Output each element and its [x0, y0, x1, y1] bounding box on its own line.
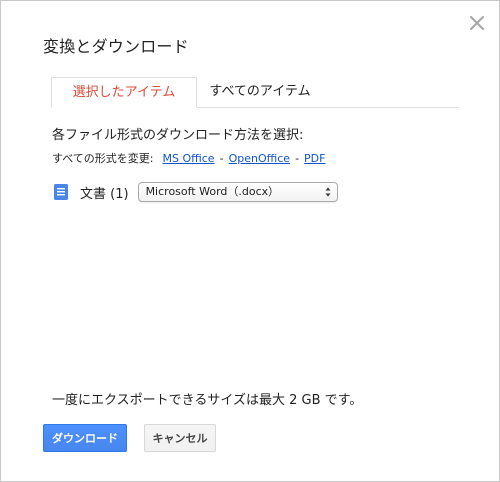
convert-download-dialog: 変換とダウンロード 選択したアイテム すべてのアイテム 各ファイル形式のダウンロ…: [0, 0, 500, 482]
pdf-link[interactable]: PDF: [304, 152, 325, 165]
document-format-row: 文書 (1) Microsoft Word（.docx）: [53, 181, 338, 203]
section-heading: 各ファイル形式のダウンロード方法を選択:: [52, 128, 304, 143]
ms-office-link[interactable]: MS Office: [163, 152, 215, 165]
format-select-value: Microsoft Word（.docx）: [145, 185, 280, 198]
tab-selected-items[interactable]: 選択したアイテム: [51, 77, 197, 108]
document-type-label: 文書 (1): [80, 186, 129, 202]
change-all-formats-row: すべての形式を変更: MS Office - OpenOffice - PDF: [52, 150, 325, 166]
tab-all-items[interactable]: すべてのアイテム: [197, 77, 323, 106]
openoffice-link[interactable]: OpenOffice: [229, 152, 291, 165]
change-all-label: すべての形式を変更:: [52, 152, 154, 165]
format-select[interactable]: Microsoft Word（.docx）: [137, 182, 338, 202]
tab-bar: 選択したアイテム すべてのアイテム: [51, 77, 459, 108]
select-arrows-icon: [325, 187, 331, 197]
download-button[interactable]: ダウンロード: [43, 424, 127, 452]
cancel-button[interactable]: キャンセル: [144, 424, 216, 452]
size-limit-note: 一度にエクスポートできるサイズは最大 2 GB です。: [52, 393, 363, 408]
document-icon: [54, 184, 68, 200]
close-icon[interactable]: [467, 13, 487, 33]
link-separator: -: [295, 152, 300, 165]
dialog-title: 変換とダウンロード: [43, 37, 189, 56]
link-separator: -: [219, 152, 224, 165]
